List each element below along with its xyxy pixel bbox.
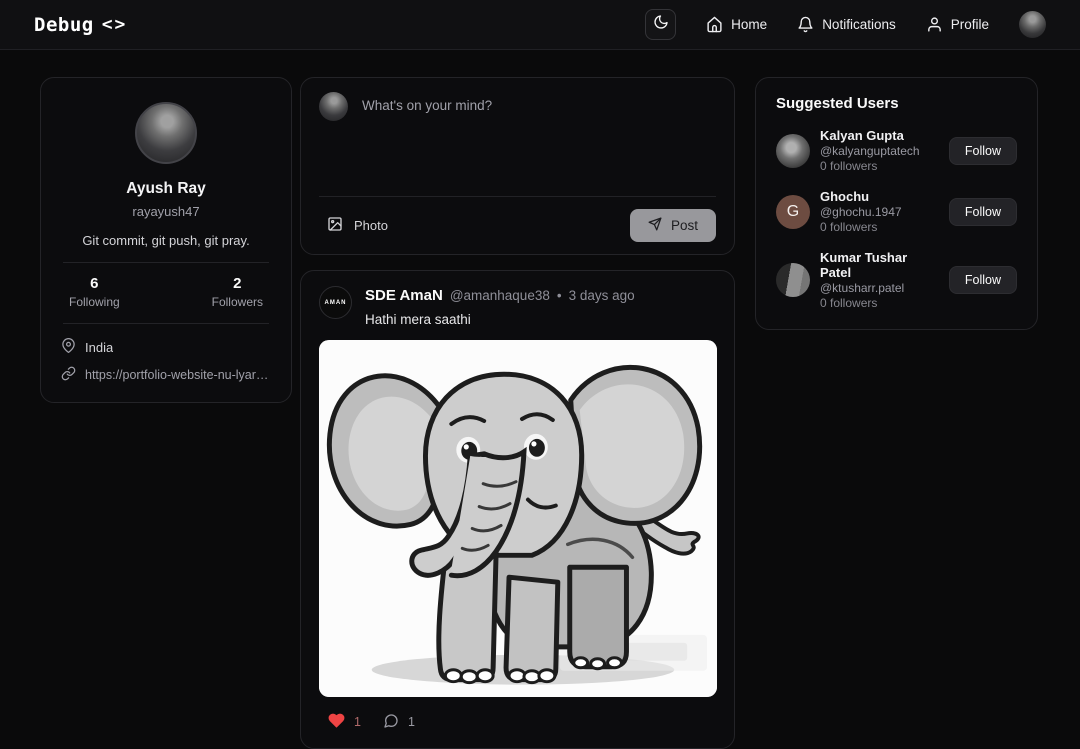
post-author-name[interactable]: SDE AmaN [365,287,443,304]
user-handle: @kalyanguptatech [820,144,920,158]
user-handle: @ktusharr.patel [820,281,939,295]
nav-link-notifications[interactable]: Notifications [797,16,896,33]
user-info: Ghochu @ghochu.1947 0 followers [820,189,902,234]
bell-icon [797,16,814,33]
user-icon [926,16,943,33]
link-icon [61,366,76,384]
post-card: AMAN SDE AmaN @amanhaque38 • 3 days ago … [300,270,735,749]
following-count: 6 [90,275,98,292]
user-followers: 0 followers [820,220,902,234]
nav-link-label: Profile [951,17,989,32]
navbar-right: Home Notifications Profile [645,9,1046,40]
post-composer: Photo Post [300,77,735,255]
location-text: India [85,340,113,355]
following-label: Following [69,295,120,309]
image-icon [327,216,343,235]
profile-card: Ayush Ray rayayush47 Git commit, git pus… [40,77,292,403]
map-pin-icon [61,338,76,356]
followers-count: 2 [233,275,241,292]
suggested-users-title: Suggested Users [776,95,1017,112]
theme-toggle-button[interactable] [645,9,676,40]
profile-stats: 6 Following 2 Followers [41,263,291,309]
suggested-users-card: Suggested Users Kalyan Gupta @kalyangupt… [755,77,1038,330]
follow-button[interactable]: Follow [949,198,1017,226]
like-count: 1 [354,715,361,729]
website-link[interactable]: https://portfolio-website-nu-lyart.ver… [85,368,271,382]
post-header: AMAN SDE AmaN @amanhaque38 • 3 days ago … [319,286,716,327]
post-button-label: Post [671,218,698,233]
profile-avatar[interactable] [135,102,197,164]
brand-logo[interactable]: Debug <> [34,14,127,36]
like-button[interactable]: 1 [328,712,361,732]
post-content-text: Hathi mera saathi [365,312,635,327]
user-avatar[interactable]: G [776,195,810,229]
photo-label: Photo [354,218,388,233]
heart-icon [328,712,345,732]
profile-bio: Git commit, git push, git pray. [41,233,291,248]
user-name[interactable]: Ghochu [820,189,902,204]
profile-username: rayayush47 [41,204,291,219]
user-handle: @ghochu.1947 [820,205,902,219]
user-followers: 0 followers [820,159,920,173]
followers-stat[interactable]: 2 Followers [212,275,263,309]
post-image-elephant [319,340,717,697]
user-info: Kumar Tushar Patel @ktusharr.patel 0 fol… [820,250,939,310]
followers-label: Followers [212,295,263,309]
post-timestamp: 3 days ago [569,288,635,303]
home-icon [706,16,723,33]
profile-name: Ayush Ray [41,180,291,198]
suggested-user-row: G Ghochu @ghochu.1947 0 followers Follow [776,189,1017,234]
post-actions: 1 1 [319,712,716,732]
following-stat[interactable]: 6 Following [69,275,120,309]
elephant-illustration [319,340,717,697]
post-author-handle: @amanhaque38 [450,288,550,303]
send-icon [648,217,662,234]
follow-button[interactable]: Follow [949,137,1017,165]
user-name[interactable]: Kalyan Gupta [820,128,920,143]
follow-button[interactable]: Follow [949,266,1017,294]
profile-meta: India https://portfolio-website-nu-lyart… [41,324,291,384]
nav-link-label: Notifications [822,17,896,32]
comment-icon [383,713,399,732]
nav-link-home[interactable]: Home [706,16,767,33]
comment-button[interactable]: 1 [383,713,415,732]
user-avatar[interactable] [776,263,810,297]
post-meta-line: SDE AmaN @amanhaque38 • 3 days ago [365,287,635,304]
comment-count: 1 [408,715,415,729]
navbar: Debug <> Home Notifications [0,0,1080,50]
app-root: Debug <> Home Notifications [0,0,1080,749]
post-author-avatar[interactable]: AMAN [319,286,352,319]
separator-dot: • [557,288,562,303]
composer-top [319,92,716,188]
moon-icon [653,14,669,35]
user-followers: 0 followers [820,296,939,310]
nav-link-label: Home [731,17,767,32]
navbar-user-avatar[interactable] [1019,11,1046,38]
brand-name: Debug [34,14,94,36]
suggested-user-row: Kalyan Gupta @kalyanguptatech 0 follower… [776,128,1017,173]
location-row: India [61,338,271,356]
user-avatar[interactable] [776,134,810,168]
user-info: Kalyan Gupta @kalyanguptatech 0 follower… [820,128,920,173]
add-photo-button[interactable]: Photo [319,212,396,239]
code-brackets-icon: <> [102,14,128,35]
composer-footer: Photo Post [319,196,716,242]
nav-link-profile[interactable]: Profile [926,16,989,33]
post-header-text: SDE AmaN @amanhaque38 • 3 days ago Hathi… [365,286,635,327]
composer-input[interactable] [362,92,716,188]
composer-avatar [319,92,348,121]
website-row: https://portfolio-website-nu-lyart.ver… [61,366,271,384]
suggested-user-row: Kumar Tushar Patel @ktusharr.patel 0 fol… [776,250,1017,310]
post-submit-button[interactable]: Post [630,209,716,242]
user-name[interactable]: Kumar Tushar Patel [820,250,939,280]
